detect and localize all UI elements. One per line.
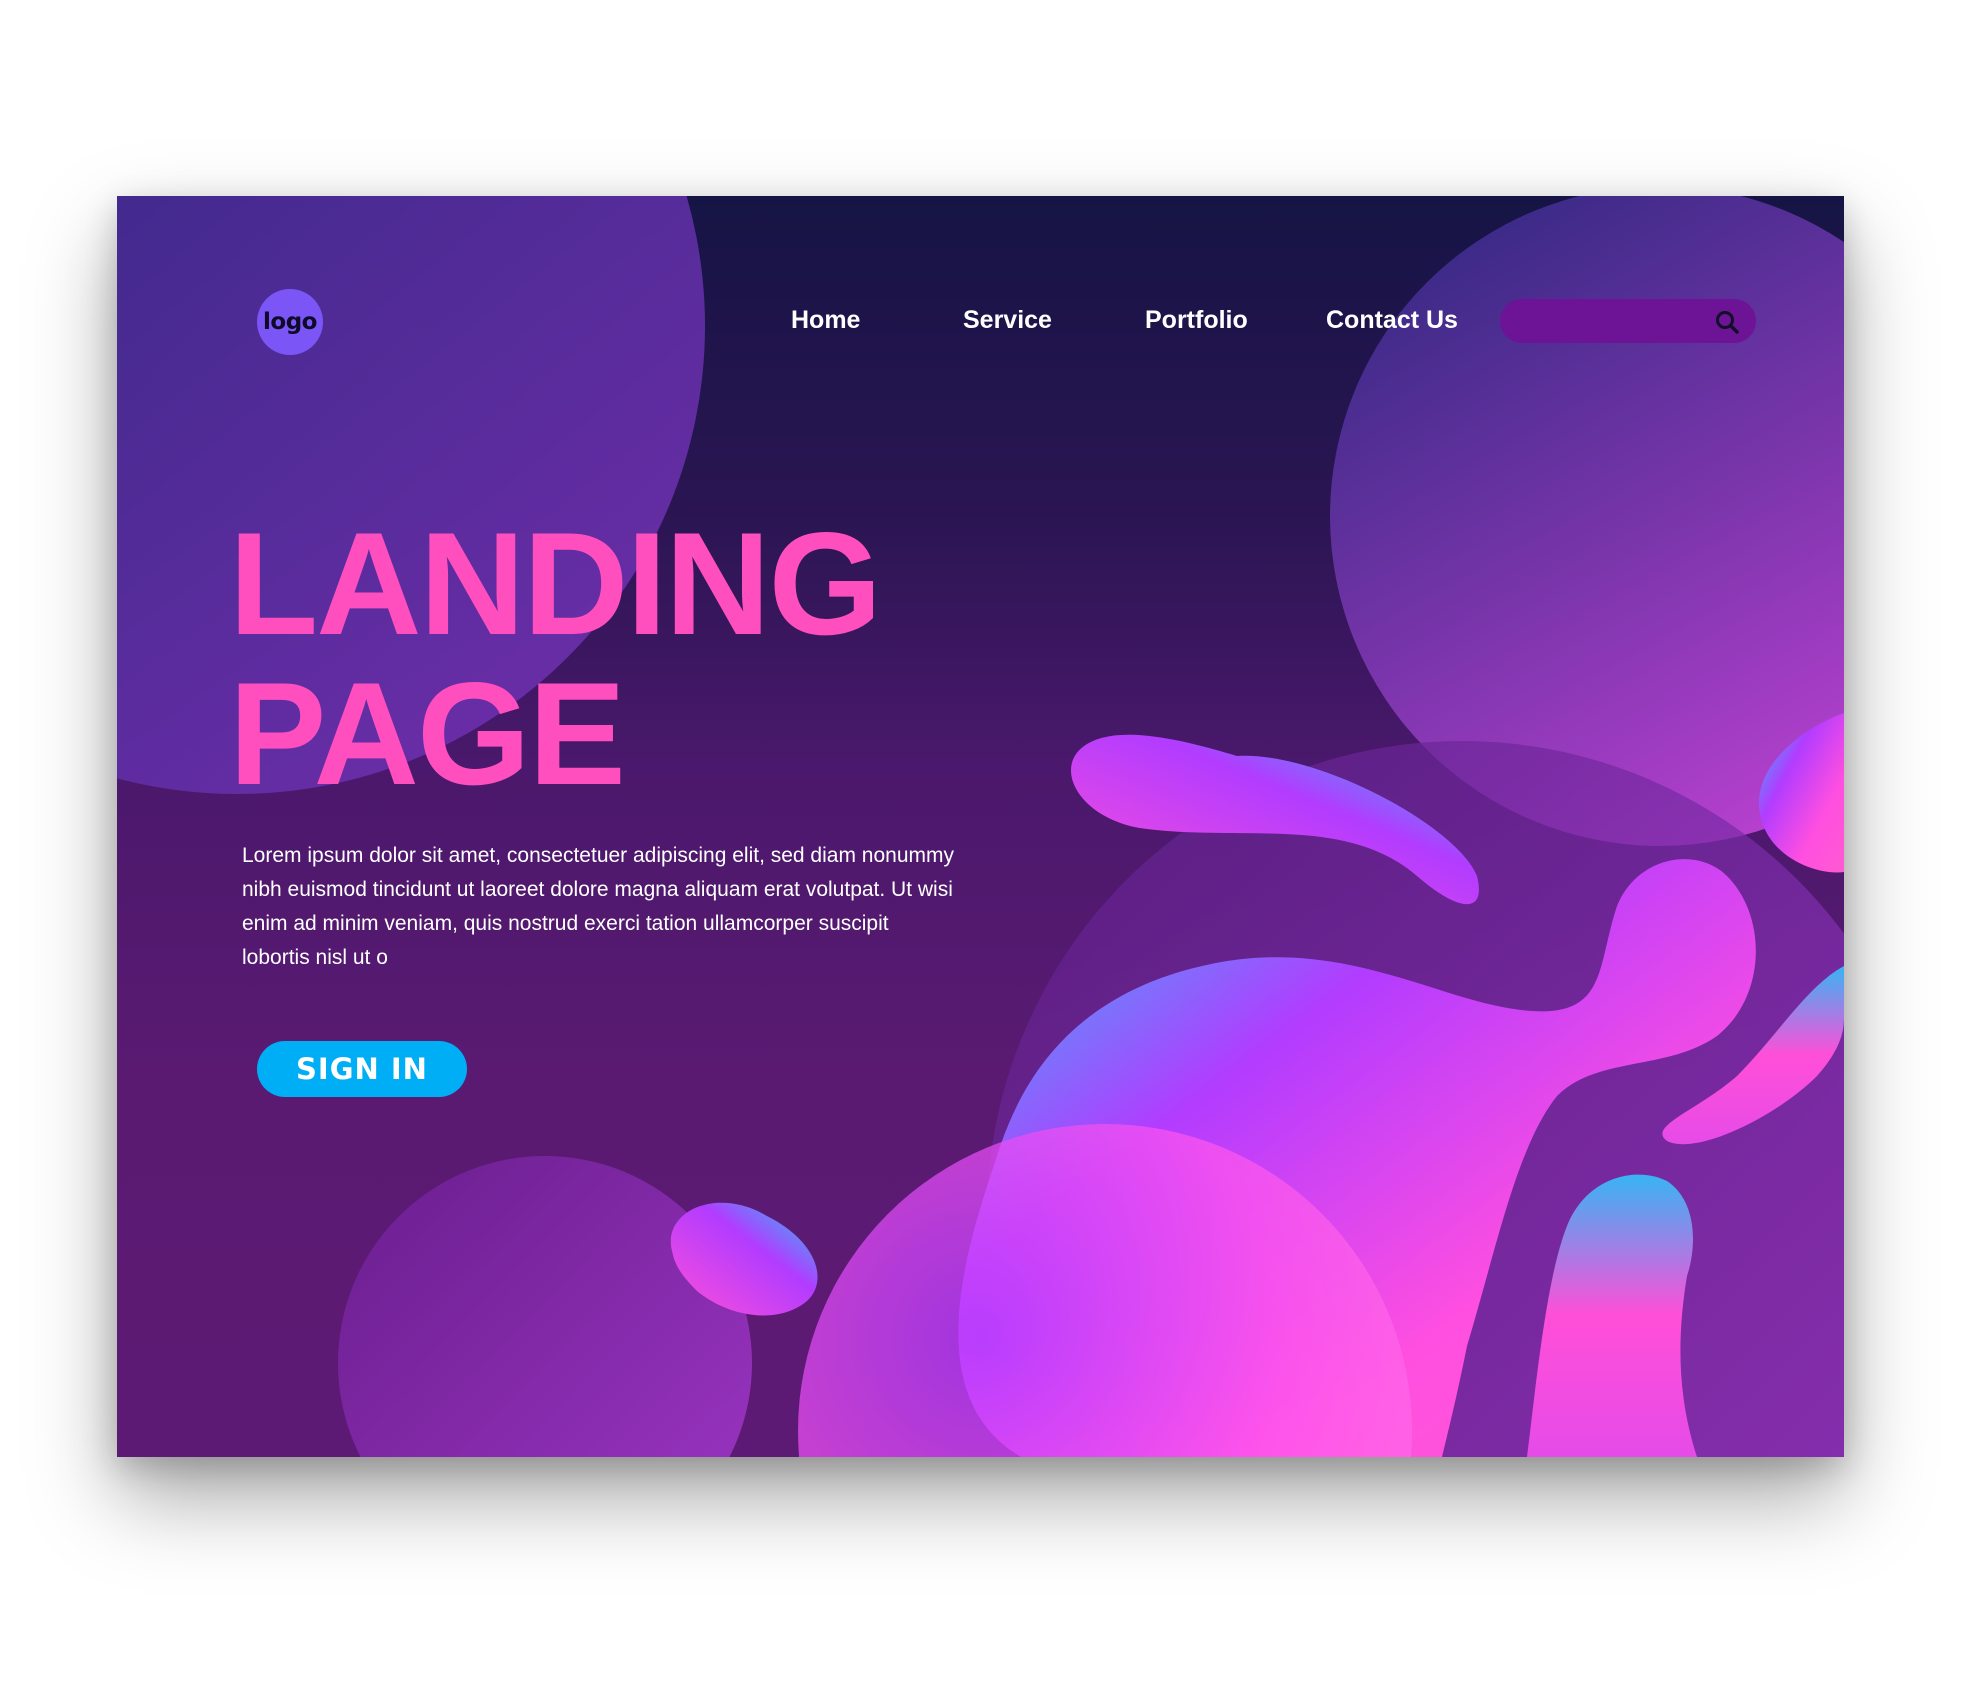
hero-title-line-2: PAGE: [229, 652, 626, 815]
page-background: logo Home Service Portfolio Contact Us L…: [0, 0, 1979, 1705]
search-icon[interactable]: [1714, 309, 1740, 335]
nav-portfolio[interactable]: Portfolio: [1145, 306, 1248, 335]
nav-service[interactable]: Service: [963, 306, 1052, 335]
sign-in-button[interactable]: SIGN IN: [257, 1041, 467, 1097]
logo[interactable]: logo: [257, 289, 323, 355]
background-decoration: [117, 196, 1844, 1457]
hero-description: Lorem ipsum dolor sit amet, consectetuer…: [242, 844, 954, 969]
hero-title-line-1: LANDING: [229, 502, 882, 665]
nav-contact-us[interactable]: Contact Us: [1326, 306, 1458, 335]
circle-bottom-left: [338, 1156, 752, 1457]
landing-page-card: logo Home Service Portfolio Contact Us L…: [117, 196, 1844, 1457]
search-bar[interactable]: [1500, 299, 1756, 345]
search-input[interactable]: [1518, 299, 1712, 345]
hero-title: LANDING PAGE: [229, 502, 882, 815]
nav-home[interactable]: Home: [791, 306, 860, 335]
